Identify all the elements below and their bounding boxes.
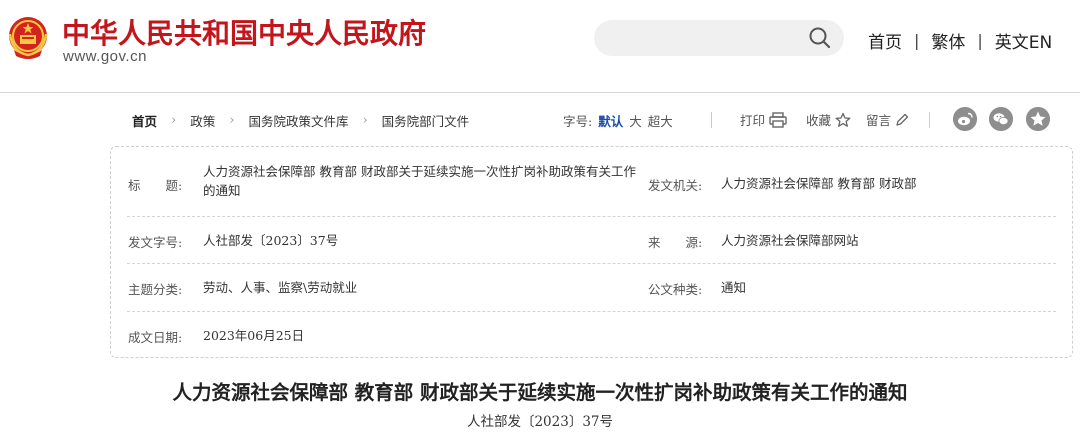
breadcrumb-policy[interactable]: 政策: [190, 111, 215, 130]
nav-separator: |: [977, 30, 983, 50]
print-button[interactable]: 打印: [740, 110, 787, 129]
favorite-label: 收藏: [806, 113, 832, 128]
title-value: 人力资源社会保障部 教育部 财政部关于延续实施一次性扩岗补助政策有关工作的通知: [203, 164, 636, 198]
toolbar-divider: [711, 112, 712, 128]
doc-number-label: 发文字号:: [128, 235, 183, 250]
issuer-value: 人力资源社会保障部 教育部 财政部: [721, 176, 917, 191]
metadata-row-date: 成文日期: 2023年06月25日: [127, 312, 1056, 357]
favorite-button[interactable]: 收藏: [806, 110, 851, 129]
document-title: 人力资源社会保障部 教育部 财政部关于延续实施一次性扩岗补助政策有关工作的通知: [172, 381, 908, 404]
metadata-row-topic: 主题分类: 劳动、人事、监察\劳动就业 公文种类: 通知: [127, 264, 1056, 312]
chevron-right-icon: ›: [171, 113, 177, 128]
font-size-label: 字号:: [563, 114, 593, 129]
breadcrumb-home[interactable]: 首页: [132, 111, 157, 130]
title-label: 标 题:: [128, 178, 183, 193]
nav-traditional-link[interactable]: 繁体: [931, 28, 965, 53]
print-label: 打印: [740, 113, 766, 128]
chevron-right-icon: ›: [229, 113, 235, 128]
document-number: 人社部发〔2023〕37号: [466, 414, 614, 430]
site-title[interactable]: 中华人民共和国中央人民政府: [62, 12, 426, 52]
font-size-default[interactable]: 默认: [598, 111, 623, 130]
doc-type-label: 公文种类:: [648, 282, 703, 297]
breadcrumb-policy-library[interactable]: 国务院政策文件库: [248, 111, 348, 130]
doc-type-value: 通知: [721, 280, 747, 295]
chevron-right-icon: ›: [362, 113, 368, 128]
nav-home-link[interactable]: 首页: [868, 28, 902, 53]
issuer-label: 发文机关:: [648, 178, 703, 193]
search-icon[interactable]: [806, 24, 834, 52]
top-nav: 首页 | 繁体 | 英文EN: [868, 28, 1052, 53]
document-metadata-box: 标 题: 人力资源社会保障部 教育部 财政部关于延续实施一次性扩岗补助政策有关工…: [110, 146, 1073, 358]
date-value: 2023年06月25日: [203, 328, 305, 343]
doc-number-value: 人社部发〔2023〕37号: [203, 233, 339, 248]
qzone-icon[interactable]: [1026, 107, 1050, 131]
comment-label: 留言: [866, 113, 892, 128]
toolbar-divider: [929, 112, 930, 128]
site-header: 中华人民共和国中央人民政府 www.gov.cn 首页 | 繁体 | 英文EN: [0, 0, 1080, 93]
metadata-row-docno: 发文字号: 人社部发〔2023〕37号 来 源: 人力资源社会保障部网站: [127, 217, 1056, 264]
nav-english-link[interactable]: 英文EN: [995, 28, 1052, 53]
source-label: 来 源:: [648, 235, 703, 250]
metadata-row-title: 标 题: 人力资源社会保障部 教育部 财政部关于延续实施一次性扩岗补助政策有关工…: [127, 147, 1056, 217]
font-size-xlarge[interactable]: 超大: [648, 111, 673, 130]
site-url: www.gov.cn: [63, 48, 147, 65]
font-size-large[interactable]: 大: [629, 111, 642, 130]
wechat-icon[interactable]: [989, 107, 1013, 131]
source-value: 人力资源社会保障部网站: [721, 233, 859, 248]
weibo-icon[interactable]: [953, 107, 977, 131]
breadcrumb-department-docs[interactable]: 国务院部门文件: [382, 111, 470, 130]
nav-separator: |: [914, 30, 920, 50]
breadcrumb-toolbar: 首页 › 政策 › 国务院政策文件库 › 国务院部门文件 字号: 默认 大 超大…: [0, 94, 1080, 144]
topic-value: 劳动、人事、监察\劳动就业: [203, 280, 358, 295]
star-icon: [835, 112, 851, 127]
national-emblem-icon[interactable]: [6, 14, 50, 62]
breadcrumb: 首页 › 政策 › 国务院政策文件库 › 国务院部门文件: [132, 111, 469, 130]
topic-label: 主题分类:: [128, 282, 183, 297]
pencil-icon: [896, 113, 909, 126]
comment-button[interactable]: 留言: [866, 110, 909, 129]
printer-icon: [769, 111, 787, 128]
date-label: 成文日期:: [128, 330, 183, 345]
font-size-control: 字号: 默认 大 超大: [563, 111, 673, 130]
